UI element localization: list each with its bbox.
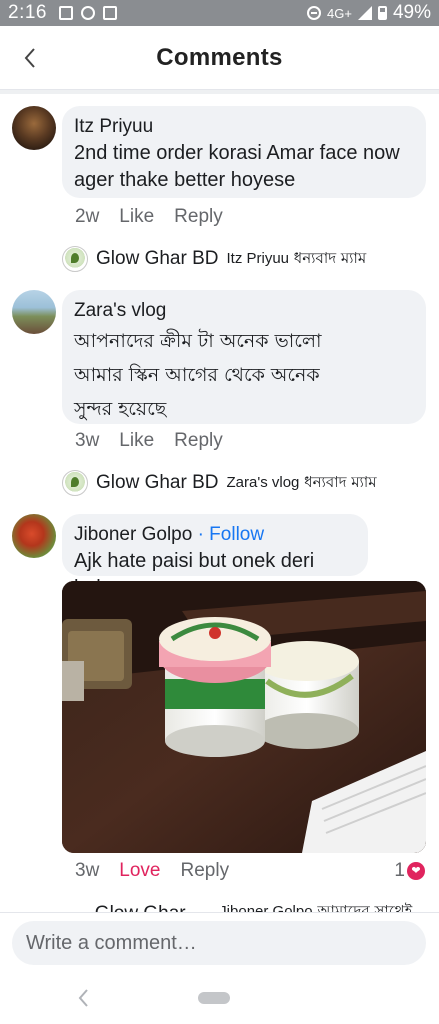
page-logo-icon[interactable] bbox=[62, 470, 88, 496]
battery-icon bbox=[377, 6, 387, 20]
comment-bubble[interactable]: Zara's vlog আপনাদের ক্রীম টা অনেক ভালো আ… bbox=[62, 290, 426, 424]
chevron-left-icon bbox=[24, 48, 35, 68]
comment-bubble[interactable]: Itz Priyuu 2nd time order korasi Amar fa… bbox=[62, 106, 426, 198]
reply-button[interactable]: Reply bbox=[174, 206, 223, 228]
follow-link[interactable]: · Follow bbox=[198, 524, 265, 545]
comment-bubble[interactable]: Jiboner Golpo · Follow Ajk hate paisi bu… bbox=[62, 514, 368, 599]
heart-icon: ❤ bbox=[407, 862, 425, 880]
reaction-count-value: 1 bbox=[394, 860, 405, 881]
back-button[interactable] bbox=[16, 44, 44, 72]
comment-text-line: আমার স্কিন আগের থেকে অনেক bbox=[74, 364, 320, 386]
home-pill-button[interactable] bbox=[198, 992, 230, 1004]
app-notification-icon bbox=[80, 6, 95, 20]
product-photo-image bbox=[62, 581, 426, 853]
message-notification-icon bbox=[102, 6, 117, 20]
notification-icon bbox=[58, 6, 73, 20]
page-reply[interactable]: Glow Ghar BD Itz Priyuu ধন্যবাদ ম্যাম bbox=[62, 246, 366, 272]
reply-mention[interactable]: Zara's vlog bbox=[226, 474, 299, 491]
avatar[interactable] bbox=[12, 106, 56, 150]
comment-time: 3w bbox=[75, 430, 100, 451]
reply-button[interactable]: Reply bbox=[181, 860, 230, 882]
avatar[interactable] bbox=[12, 290, 56, 334]
comment-author[interactable]: Jiboner Golpo bbox=[74, 524, 192, 545]
reply-text: ধন্যবাদ ম্যাম bbox=[304, 472, 377, 491]
comment-actions: 3w Love Reply bbox=[75, 860, 229, 882]
chevron-left-icon bbox=[78, 989, 88, 1007]
comment-author[interactable]: Itz Priyuu bbox=[74, 114, 414, 140]
reaction-count[interactable]: 1 ❤ bbox=[394, 860, 425, 882]
reply-author[interactable]: Glow Ghar BD bbox=[96, 472, 218, 494]
comment-time: 3w bbox=[75, 860, 100, 881]
comments-header: Comments bbox=[0, 26, 439, 90]
battery-level: 49% bbox=[392, 2, 431, 23]
network-type: 4G+ bbox=[327, 5, 352, 21]
avatar[interactable] bbox=[12, 514, 56, 558]
comment-actions: 2w Like Reply bbox=[75, 206, 223, 228]
comment-composer: Write a comment… bbox=[0, 912, 439, 974]
signal-icon bbox=[357, 6, 372, 20]
reply-author[interactable]: Glow Ghar BD bbox=[96, 248, 218, 270]
reply-mention[interactable]: Itz Priyuu bbox=[226, 250, 289, 267]
reply-button[interactable]: Reply bbox=[174, 430, 223, 452]
comment-text-line: আপনাদের ক্রীম টা অনেক ভালো bbox=[74, 330, 322, 352]
page-reply[interactable]: Glow Ghar BD Zara's vlog ধন্যবাদ ম্যাম bbox=[62, 470, 377, 496]
comment-text-line: সুন্দর হয়েছে bbox=[74, 398, 167, 420]
reply-text: ধন্যবাদ ম্যাম bbox=[293, 248, 367, 267]
comment-author[interactable]: Zara's vlog bbox=[74, 298, 414, 324]
comment-text: 2nd time order korasi Amar face now ager… bbox=[74, 142, 400, 191]
comment-photo[interactable] bbox=[62, 581, 426, 853]
status-bar: 2:16 4G+ 49% bbox=[0, 0, 439, 26]
page-title: Comments bbox=[156, 43, 283, 71]
page-logo-icon[interactable] bbox=[62, 246, 88, 272]
love-reaction-button[interactable]: Love bbox=[119, 860, 160, 882]
like-button[interactable]: Like bbox=[119, 430, 154, 452]
comment-list[interactable]: Itz Priyuu 2nd time order korasi Amar fa… bbox=[0, 94, 439, 914]
system-back-button[interactable] bbox=[72, 986, 96, 1010]
comment-actions: 3w Like Reply bbox=[75, 430, 223, 452]
status-time: 2:16 bbox=[8, 2, 47, 23]
system-nav-bar bbox=[0, 974, 439, 1024]
comment-input[interactable]: Write a comment… bbox=[12, 921, 426, 965]
do-not-disturb-icon bbox=[307, 6, 322, 20]
comment-time: 2w bbox=[75, 206, 100, 227]
like-button[interactable]: Like bbox=[119, 206, 154, 228]
